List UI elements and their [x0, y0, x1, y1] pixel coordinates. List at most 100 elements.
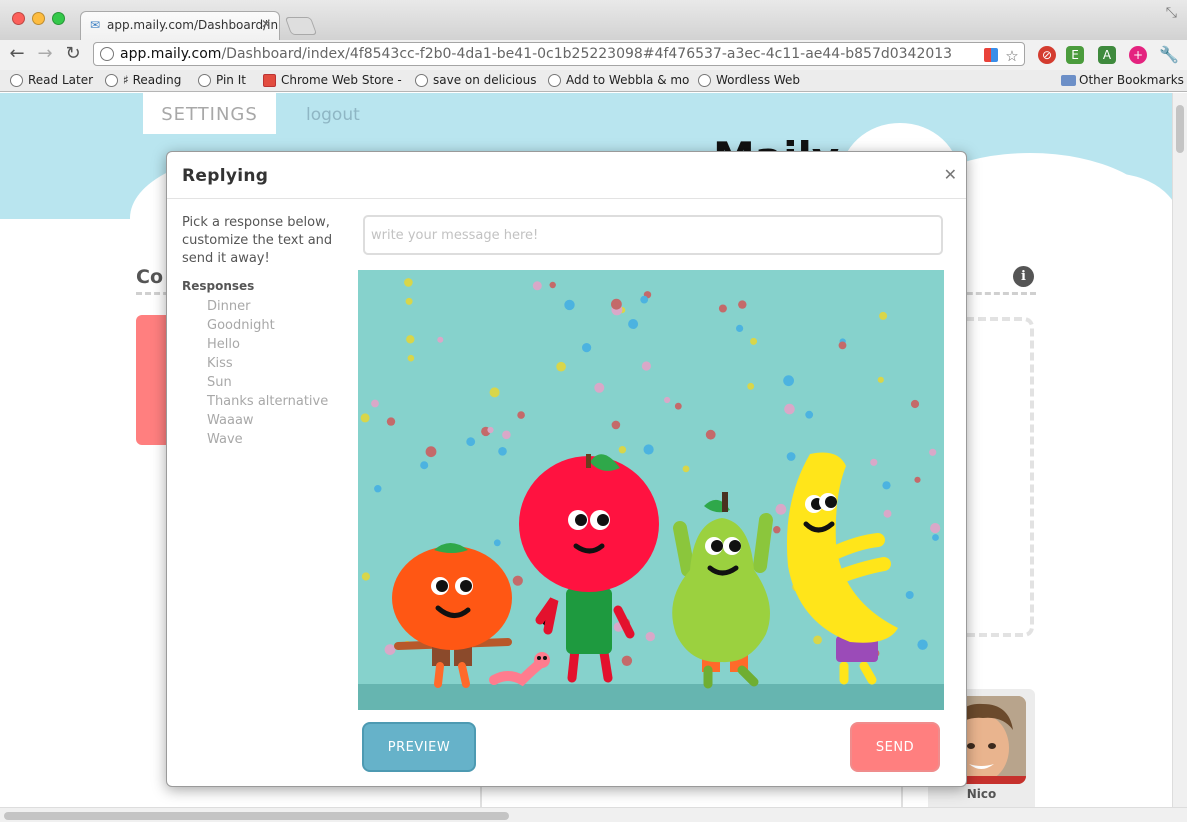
other-bookmarks[interactable]: Other Bookmarks	[1061, 73, 1184, 87]
confetti-dot	[736, 324, 744, 332]
confetti-dot	[532, 281, 542, 291]
bookmark-star-icon[interactable]: ☆	[1004, 48, 1020, 64]
send-button[interactable]: SEND	[850, 722, 940, 772]
confetti-dot	[420, 461, 429, 470]
url-path: /Dashboard/index/4f8543cc-f2b0-4da1-be41…	[221, 46, 953, 62]
response-item[interactable]: Kiss	[207, 354, 328, 373]
extension-tiles-icon[interactable]	[984, 48, 998, 62]
reload-button[interactable]: ↻	[62, 43, 84, 65]
forward-button[interactable]: →	[34, 43, 56, 65]
info-icon[interactable]: i	[1013, 266, 1034, 287]
bookmark-label: Add to Webbla & mo	[566, 73, 690, 87]
globe-icon	[198, 74, 211, 87]
bookmark-item[interactable]: Add to Webbla & mo	[548, 73, 689, 87]
bookmark-label: Other Bookmarks	[1079, 73, 1184, 87]
maily-favicon-icon: ✉	[90, 18, 101, 32]
back-button[interactable]: ←	[6, 43, 28, 65]
confetti-dot	[870, 458, 878, 466]
logout-link[interactable]: logout	[306, 105, 360, 125]
response-item[interactable]: Dinner	[207, 297, 328, 316]
response-item[interactable]: Sun	[207, 373, 328, 392]
modal-title: Replying	[182, 166, 269, 186]
settings-tab[interactable]: SETTINGS	[143, 93, 276, 134]
confetti-dot	[549, 281, 556, 289]
response-item[interactable]: Waaaw	[207, 411, 328, 430]
browser-tab-active[interactable]: ✉ app.maily.com/Dashboard/in ✕	[80, 11, 280, 40]
greeting-card-illustration	[358, 270, 944, 710]
tab-close-icon[interactable]: ✕	[261, 17, 271, 31]
confetti-dot	[489, 387, 500, 398]
confetti-dot	[773, 526, 781, 534]
bookmark-item[interactable]: Chrome Web Store -	[263, 73, 402, 87]
confetti-dot	[512, 575, 523, 586]
confetti-dot	[664, 396, 671, 404]
confetti-dot	[905, 591, 914, 599]
browser-toolbar: ← → ↻ app.maily.com/Dashboard/index/4f85…	[0, 40, 1187, 70]
confetti-dot	[386, 417, 396, 426]
bookmark-item[interactable]: save on delicious	[415, 73, 536, 87]
zoom-window-button[interactable]	[52, 12, 65, 25]
preview-button[interactable]: PREVIEW	[362, 722, 476, 772]
extension-blocker-icon[interactable]: ⊘	[1038, 46, 1056, 64]
bookmark-item[interactable]: ♯ Reading	[105, 73, 181, 87]
fullscreen-icon[interactable]: ⤡	[1166, 5, 1177, 21]
confetti-dot	[784, 403, 795, 415]
confetti-dot	[556, 361, 566, 372]
globe-icon	[548, 74, 561, 87]
globe-icon	[10, 74, 23, 87]
confetti-dot	[361, 572, 370, 581]
confetti-dot	[493, 539, 501, 547]
confetti-dot	[517, 411, 525, 419]
response-item[interactable]: Goodnight	[207, 316, 328, 335]
horizontal-scrollbar-thumb[interactable]	[4, 812, 509, 820]
cloud-shape	[1040, 173, 1172, 273]
minimize-window-button[interactable]	[32, 12, 45, 25]
bookmark-item[interactable]: Read Later	[10, 73, 93, 87]
globe-icon	[100, 47, 114, 61]
folder-icon	[1061, 75, 1076, 86]
confetti-dot	[910, 399, 920, 409]
wrench-menu-icon[interactable]: 🔧	[1159, 46, 1179, 64]
responses-list: Dinner Goodnight Hello Kiss Sun Thanks a…	[207, 297, 328, 449]
confetti-dot	[775, 503, 787, 515]
background-dropzone	[966, 317, 1034, 637]
confetti-dot	[750, 337, 758, 345]
message-input[interactable]	[363, 215, 943, 255]
confetti-dot	[594, 382, 605, 393]
extension-plus-icon[interactable]: +	[1129, 46, 1147, 64]
bookmarks-bar: Read Later ♯ Reading Pin It Chrome Web S…	[0, 70, 1187, 92]
extension-translate-icon[interactable]: A	[1098, 46, 1116, 64]
confetti-dot	[404, 278, 413, 287]
close-icon[interactable]: ✕	[944, 165, 957, 184]
bookmark-label: Pin It	[216, 73, 246, 87]
confetti-dot	[930, 523, 941, 534]
horizontal-scrollbar[interactable]	[0, 807, 1187, 822]
confetti-dot	[628, 319, 639, 329]
reply-modal: Replying ✕ Pick a response below, custom…	[166, 151, 967, 787]
response-item[interactable]: Thanks alternative	[207, 392, 328, 411]
close-window-button[interactable]	[12, 12, 25, 25]
vertical-scrollbar[interactable]	[1172, 93, 1187, 807]
confetti-dot	[786, 452, 796, 461]
confetti-dot	[883, 509, 892, 518]
confetti-dot	[705, 429, 716, 440]
extension-evernote-icon[interactable]: E	[1066, 46, 1084, 64]
contact-name: Nico	[966, 787, 997, 801]
address-bar[interactable]: app.maily.com/Dashboard/index/4f8543cc-f…	[93, 42, 1025, 66]
confetti-dot	[805, 410, 814, 419]
bookmark-item[interactable]: Wordless Web	[698, 73, 800, 87]
confetti-dot	[437, 336, 444, 343]
response-item[interactable]: Hello	[207, 335, 328, 354]
tab-title: app.maily.com/Dashboard/in	[107, 18, 279, 32]
vertical-scrollbar-thumb[interactable]	[1176, 105, 1184, 153]
confetti-dot	[738, 300, 747, 309]
bookmark-label: Wordless Web	[716, 73, 801, 87]
confetti-dot	[640, 295, 649, 304]
confetti-dot	[643, 444, 654, 455]
url-host: app.maily.com	[120, 46, 222, 62]
new-tab-button[interactable]	[284, 17, 318, 35]
reply-instructions: Pick a response below, customize the tex…	[182, 215, 333, 266]
bookmark-item[interactable]: Pin It	[198, 73, 246, 87]
response-item[interactable]: Wave	[207, 430, 328, 449]
confetti-dot	[487, 426, 494, 434]
